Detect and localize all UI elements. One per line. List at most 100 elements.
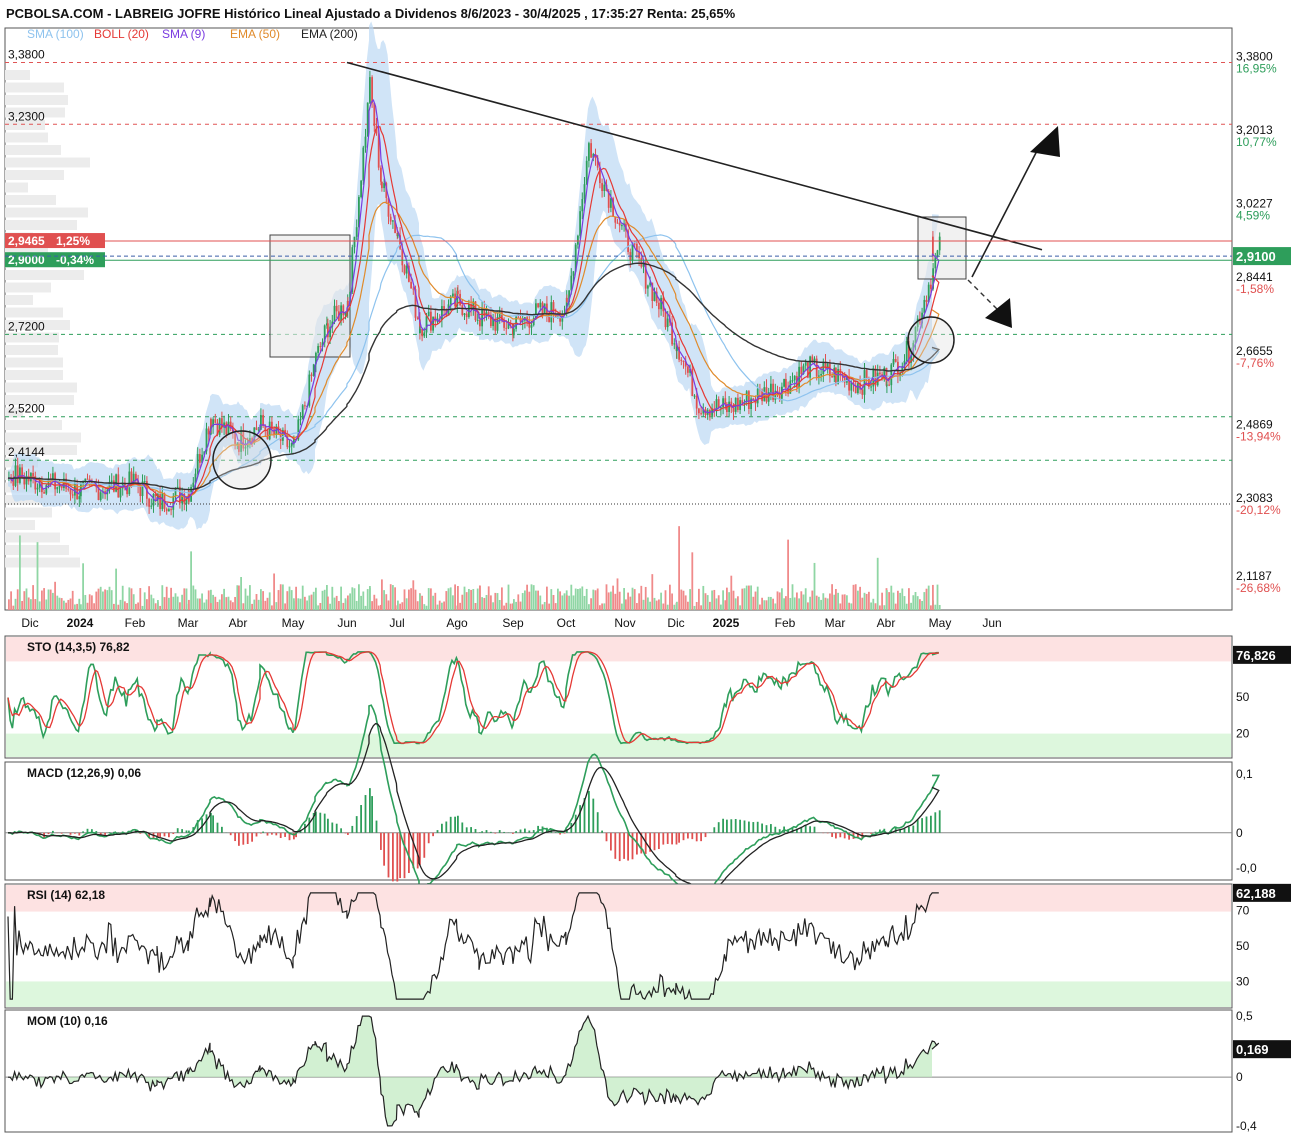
- candle-body: [389, 216, 392, 222]
- volume-bar: [246, 595, 249, 610]
- volume-bar: [441, 602, 443, 610]
- volume-bar: [301, 585, 304, 610]
- volume-bar: [501, 587, 503, 610]
- candle-body: [383, 183, 385, 189]
- legend-entry: SMA (9): [162, 27, 205, 41]
- volume-bar: [791, 584, 794, 610]
- volume-bar: [229, 600, 232, 610]
- volume-bar: [273, 573, 275, 610]
- subpanel-label: STO (14,3,5) 76,82: [27, 640, 130, 654]
- volume-bar: [822, 593, 825, 610]
- candle-body: [461, 305, 464, 315]
- macd-histogram-bar: [666, 832, 669, 844]
- volume-bar: [583, 595, 586, 610]
- candle-body: [673, 343, 676, 345]
- candle-body: [722, 398, 724, 408]
- volume-bar: [132, 594, 135, 610]
- macd-histogram-bar: [481, 831, 483, 833]
- volume-bar: [419, 593, 421, 610]
- volume-bar: [610, 591, 612, 610]
- volume-bar: [530, 584, 533, 610]
- macd-histogram-bar: [662, 832, 665, 845]
- price-tag-pct: -0,34%: [56, 253, 94, 267]
- level-label: 3,2300: [8, 109, 45, 123]
- volume-bar: [179, 602, 181, 610]
- volume-profile-bar: [5, 170, 64, 180]
- volume-bar: [664, 590, 667, 610]
- volume-bar: [561, 595, 564, 610]
- subpanel-label: RSI (14) 62,18: [27, 888, 105, 902]
- volume-bar: [487, 586, 490, 610]
- volume-bar: [684, 595, 687, 610]
- candle-body: [647, 285, 649, 289]
- volume-bar: [412, 580, 415, 610]
- candle-body: [572, 271, 575, 276]
- candle-body: [932, 236, 934, 257]
- macd-histogram-bar: [52, 830, 54, 833]
- volume-bar: [251, 603, 253, 610]
- candle-body: [616, 222, 619, 224]
- volume-bar: [861, 597, 864, 610]
- volume-bar: [271, 605, 273, 610]
- candle-body: [517, 316, 520, 318]
- volume-bar: [916, 596, 919, 610]
- macd-histogram-bar: [375, 820, 378, 833]
- volume-bar: [818, 596, 820, 610]
- volume-bar: [519, 601, 522, 610]
- volume-bar: [483, 597, 486, 610]
- volume-bar: [139, 588, 142, 610]
- volume-bar: [150, 594, 153, 610]
- volume-bar: [905, 603, 908, 610]
- volume-bar: [49, 589, 52, 610]
- volume-bar: [459, 602, 461, 610]
- macd-histogram-bar: [449, 816, 452, 833]
- volume-bar: [572, 595, 575, 610]
- macd-histogram-bar: [255, 832, 258, 837]
- volume-bar: [25, 588, 28, 610]
- volume-bar: [671, 593, 673, 610]
- macd-histogram-bar: [658, 832, 660, 850]
- macd-histogram-bar: [344, 832, 347, 834]
- candle-body: [36, 487, 39, 490]
- volume-bar: [80, 604, 82, 610]
- candle-body: [550, 302, 553, 323]
- candle-body: [745, 391, 748, 403]
- subpanel-label: MACD (12,26,9) 0,06: [27, 766, 141, 780]
- volume-bar: [97, 588, 100, 610]
- volume-profile-bar: [5, 270, 84, 280]
- volume-bar: [394, 587, 396, 610]
- volume-bar: [34, 599, 37, 610]
- volume-bar: [863, 592, 866, 610]
- volume-bar: [27, 597, 30, 610]
- macd-histogram-bar: [870, 832, 872, 834]
- volume-bar: [71, 590, 74, 610]
- level-label: 2,7200: [8, 319, 45, 333]
- volume-bar: [369, 586, 371, 610]
- candle-body: [653, 291, 656, 301]
- candle-body: [732, 407, 735, 412]
- candle-body: [86, 478, 89, 480]
- macd-histogram-bar: [181, 829, 183, 833]
- volume-bar: [438, 600, 441, 610]
- volume-bar: [154, 603, 157, 610]
- macd-histogram-bar: [682, 832, 685, 841]
- macd-histogram-bar: [726, 819, 728, 833]
- candle-body: [99, 492, 102, 501]
- volume-profile-bar: [5, 507, 52, 518]
- volume-bar: [218, 599, 221, 610]
- volume-bar: [192, 585, 195, 610]
- volume-bar: [244, 588, 247, 610]
- macd-histogram-bar: [275, 832, 278, 836]
- volume-bar: [921, 600, 923, 610]
- volume-bar: [432, 595, 434, 610]
- volume-profile-bar: [5, 532, 60, 543]
- volume-bar: [355, 600, 358, 610]
- volume-bar: [748, 585, 750, 610]
- volume-bar: [67, 599, 70, 610]
- subpanel-tick: 30: [1236, 974, 1250, 988]
- volume-bar: [759, 604, 761, 610]
- volume-bar: [60, 598, 63, 610]
- volume-bar: [625, 599, 627, 610]
- volume-bar: [476, 588, 479, 610]
- volume-bar: [543, 601, 546, 610]
